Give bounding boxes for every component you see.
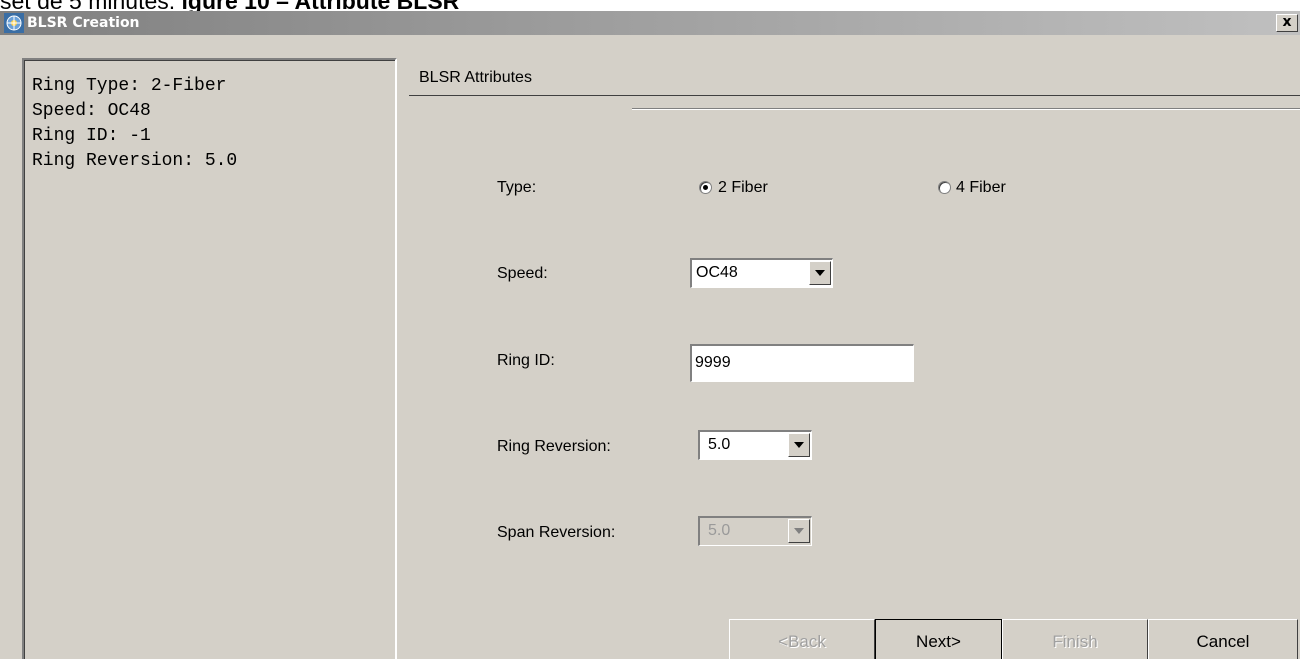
finish-button: Finish <box>1002 619 1148 659</box>
back-button: <Back <box>729 619 875 659</box>
span-reversion-label: Span Reversion: <box>497 524 616 541</box>
span-reversion-select: 5.0 <box>698 516 812 546</box>
ring-reversion-label: Ring Reversion: <box>497 438 611 455</box>
summary-ring-reversion: Ring Reversion: 5.0 <box>32 151 238 171</box>
speed-value: OC48 <box>696 264 738 281</box>
next-button[interactable]: Next> <box>875 619 1002 659</box>
speed-label: Speed: <box>497 265 548 282</box>
ring-reversion-select[interactable]: 5.0 <box>698 430 812 460</box>
type-label: Type: <box>497 179 537 196</box>
radio-4-fiber-label[interactable]: 4 Fiber <box>956 178 1006 198</box>
ring-reversion-value: 5.0 <box>708 436 731 453</box>
speed-select[interactable]: OC48 <box>690 258 833 288</box>
section-title: BLSR Attributes <box>419 69 532 86</box>
close-icon: x <box>1282 14 1292 30</box>
summary-ring-type: Ring Type: 2-Fiber <box>32 76 227 96</box>
ring-reversion-dropdown-button[interactable] <box>788 433 810 457</box>
ring-id-label: Ring ID: <box>497 352 555 369</box>
title-bar[interactable]: BLSR Creation x <box>0 11 1300 35</box>
cancel-button[interactable]: Cancel <box>1148 619 1298 659</box>
close-button[interactable]: x <box>1276 14 1298 32</box>
radio-2-fiber-label[interactable]: 2 Fiber <box>718 178 768 198</box>
chevron-down-icon <box>794 442 804 448</box>
caption-bold: igure 10 – Attribute BLSR <box>182 0 460 11</box>
span-reversion-dropdown-button <box>788 519 810 543</box>
ring-id-input[interactable]: 9999 <box>690 344 914 382</box>
speed-dropdown-button[interactable] <box>809 261 831 285</box>
figure-caption: set de 5 minutes. igure 10 – Attribute B… <box>0 0 1300 11</box>
section-divider-highlight <box>632 109 1300 110</box>
summary-ring-id: Ring ID: -1 <box>32 126 151 146</box>
app-icon <box>4 13 24 33</box>
window-title: BLSR Creation <box>27 15 140 31</box>
chevron-down-icon <box>815 270 825 276</box>
caption-prefix: set de 5 minutes. <box>0 0 182 11</box>
blsr-creation-dialog: BLSR Creation x Ring Type: 2-Fiber Speed… <box>0 11 1300 659</box>
section-divider <box>409 95 1300 96</box>
span-reversion-value: 5.0 <box>708 522 731 539</box>
summary-panel: Ring Type: 2-Fiber Speed: OC48 Ring ID: … <box>22 58 397 659</box>
radio-2-fiber[interactable] <box>699 181 712 194</box>
chevron-down-icon <box>794 528 804 534</box>
summary-speed: Speed: OC48 <box>32 101 151 121</box>
radio-4-fiber[interactable] <box>938 181 951 194</box>
